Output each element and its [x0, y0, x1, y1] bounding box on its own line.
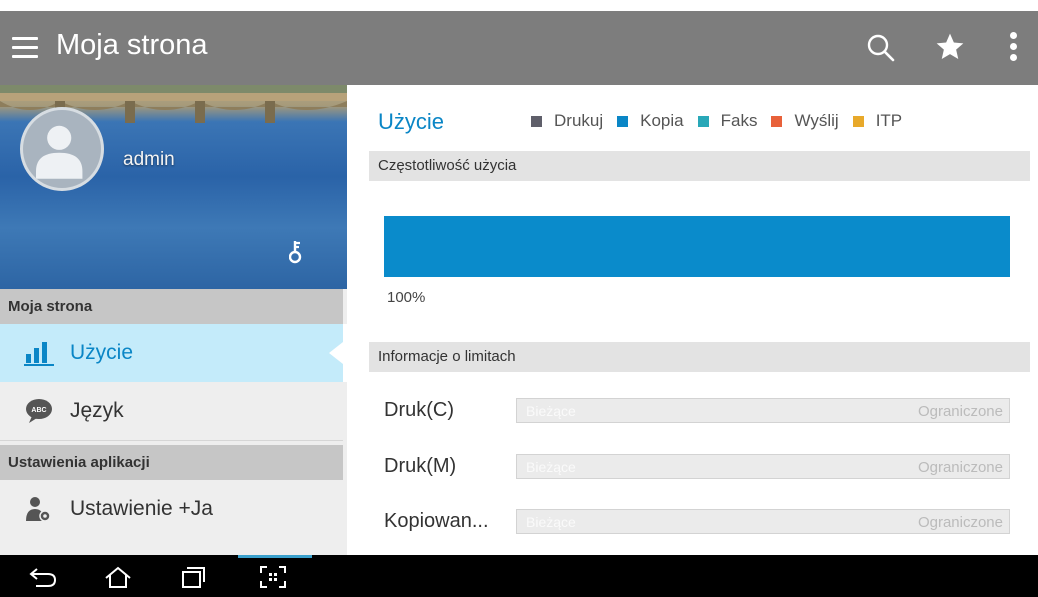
legend-swatch [697, 115, 709, 127]
legend-swatch [771, 115, 783, 127]
sidebar-item-usage[interactable]: Użycie [0, 324, 347, 382]
legend-item-print: Drukuj [531, 111, 603, 131]
app-bar: Moja strona [0, 11, 1038, 85]
search-icon[interactable] [866, 33, 896, 63]
limit-current: Bieżące [526, 403, 576, 419]
legend-item-fax: Faks [697, 111, 758, 131]
sidebar: admin Moja strona Użycie ABC Język Ustaw… [0, 85, 347, 555]
avatar[interactable] [20, 107, 104, 191]
section-header-app-settings: Ustawienia aplikacji [0, 445, 343, 480]
legend-label: Drukuj [554, 111, 604, 130]
top-status-strip [0, 0, 1038, 11]
limit-label: Druk(M) [384, 455, 457, 477]
frequency-bar-fill [384, 216, 1010, 277]
frequency-percent: 100% [387, 289, 426, 306]
sidebar-item-me-settings[interactable]: Ustawienie +Ja [0, 480, 347, 538]
limit-row-print-mono: Druk(M) Bieżące Ograniczone [347, 447, 1038, 487]
limit-current: Bieżące [526, 459, 576, 475]
limit-max: Ograniczone [917, 403, 1003, 420]
screen-capture-icon[interactable] [258, 565, 288, 589]
legend-swatch [617, 115, 629, 127]
star-icon[interactable] [934, 31, 966, 63]
person-settings-icon [26, 497, 51, 522]
abc-bubble-icon: ABC [26, 399, 52, 423]
person-icon [36, 125, 83, 179]
legend-swatch [852, 115, 864, 127]
limit-row-print-color: Druk(C) Bieżące Ograniczone [347, 391, 1038, 431]
svg-text:ABC: ABC [31, 407, 46, 414]
limit-bar: Bieżące Ograniczone [516, 509, 1010, 534]
frequency-header: Częstotliwość użycia [369, 151, 1030, 181]
limit-bar: Bieżące Ograniczone [516, 454, 1010, 479]
limit-max: Ograniczone [917, 514, 1003, 531]
menu-icon[interactable] [12, 37, 38, 59]
limit-current: Bieżące [526, 514, 576, 530]
limit-label: Druk(C) [384, 399, 454, 421]
legend-label: Wyślij [794, 111, 839, 130]
legend-label: ITP [875, 111, 903, 130]
back-icon[interactable] [28, 565, 58, 589]
system-nav-bar [0, 555, 1038, 597]
legend-item-etc: ITP [852, 111, 903, 131]
more-vertical-icon[interactable] [1006, 32, 1020, 64]
usage-panel: Użycie Drukuj Kopia Faks Wyślij ITP Częs… [347, 85, 1038, 555]
frequency-bar-track [384, 216, 1010, 277]
legend-item-copy: Kopia [617, 111, 684, 131]
home-icon[interactable] [103, 565, 133, 589]
page-title: Moja strona [56, 29, 208, 61]
active-app-indicator [238, 555, 312, 558]
limits-header: Informacje o limitach [369, 342, 1030, 372]
legend: Drukuj Kopia Faks Wyślij ITP [531, 109, 902, 133]
sidebar-item-label: Użycie [70, 341, 134, 364]
username: admin [123, 149, 175, 170]
active-indicator [329, 324, 347, 382]
limit-max: Ograniczone [917, 459, 1003, 476]
limit-row-copy: Kopiowan... Bieżące Ograniczone [347, 502, 1038, 542]
section-header-my-page: Moja strona [0, 289, 343, 324]
bar-chart-icon [24, 342, 54, 366]
legend-item-send: Wyślij [771, 111, 839, 131]
key-icon[interactable] [289, 240, 303, 264]
limit-label: Kopiowan... [384, 510, 489, 532]
divider [0, 440, 343, 441]
sidebar-item-label: Ustawienie +Ja [70, 497, 213, 520]
sidebar-item-language[interactable]: ABC Język [0, 382, 347, 440]
legend-swatch [531, 115, 542, 127]
sidebar-item-label: Język [70, 399, 124, 422]
legend-label: Kopia [640, 111, 684, 130]
legend-label: Faks [720, 111, 758, 130]
limit-bar: Bieżące Ograniczone [516, 398, 1010, 423]
profile-banner: admin [0, 85, 347, 289]
usage-title: Użycie [378, 109, 445, 134]
recent-apps-icon[interactable] [178, 565, 208, 589]
